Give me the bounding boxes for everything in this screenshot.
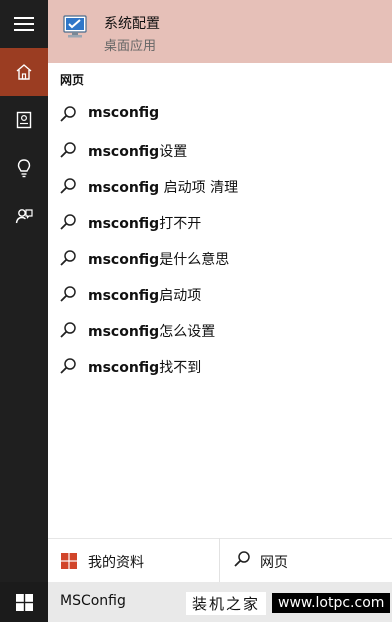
suggestion-text: msconfig启动项 [88,288,202,304]
windows-logo-icon [61,553,77,569]
suggestion-text: msconfig [88,105,160,121]
best-match-subtitle: 桌面应用 [104,39,157,54]
web-filter-label: 网页 [260,555,288,571]
left-rail [0,0,48,582]
notebook-icon [16,111,32,129]
suggestion-item[interactable]: msconfig [48,98,392,132]
system-configuration-icon [63,15,87,38]
windows-logo-icon [15,593,33,611]
start-button[interactable] [0,582,48,622]
suggestion-item[interactable]: msconfig设置 [48,134,392,168]
section-heading-web: 网页 [60,73,85,87]
web-filter-button[interactable]: 网页 [220,538,392,582]
suggestion-item[interactable]: msconfig是什么意思 [48,242,392,276]
search-icon [60,250,76,266]
search-icon [60,322,76,338]
home-icon [16,64,32,80]
suggestion-item[interactable]: msconfig怎么设置 [48,314,392,348]
feedback-icon [15,209,33,224]
watermark-site-name: 装机之家 [186,591,267,615]
search-icon [60,106,76,122]
notebook-button[interactable] [0,96,48,144]
search-icon [60,142,76,158]
menu-button[interactable] [0,0,48,48]
suggestion-text: msconfig是什么意思 [88,252,230,268]
watermark-url: www.lotpc.com [272,593,391,613]
suggestion-text: msconfig怎么设置 [88,324,216,340]
search-icon [60,178,76,194]
best-match-title: 系统配置 [104,16,160,32]
tips-button[interactable] [0,144,48,192]
my-info-label: 我的资料 [88,555,144,571]
suggestion-text: msconfig打不开 [88,216,202,232]
best-match-result[interactable]: 系统配置 桌面应用 [48,0,392,63]
suggestion-item[interactable]: msconfig打不开 [48,206,392,240]
feedback-button[interactable] [0,192,48,240]
suggestion-text: msconfig设置 [88,144,188,160]
search-query-text[interactable]: MSConfig [60,593,126,609]
lightbulb-icon [17,159,31,178]
suggestion-item[interactable]: msconfig启动项 [48,278,392,312]
my-info-filter-button[interactable]: 我的资料 [48,538,219,582]
suggestion-text: msconfig找不到 [88,360,202,376]
search-icon [234,551,250,567]
watermark: 装机之家 www.lotpc.com [186,591,391,615]
hamburger-menu-icon [14,17,34,31]
suggestion-text: msconfig 启动项 清理 [88,180,239,196]
search-icon [60,214,76,230]
search-icon [60,358,76,374]
search-icon [60,286,76,302]
home-button[interactable] [0,48,48,96]
suggestion-item[interactable]: msconfig 启动项 清理 [48,170,392,204]
suggestion-item[interactable]: msconfig找不到 [48,350,392,384]
